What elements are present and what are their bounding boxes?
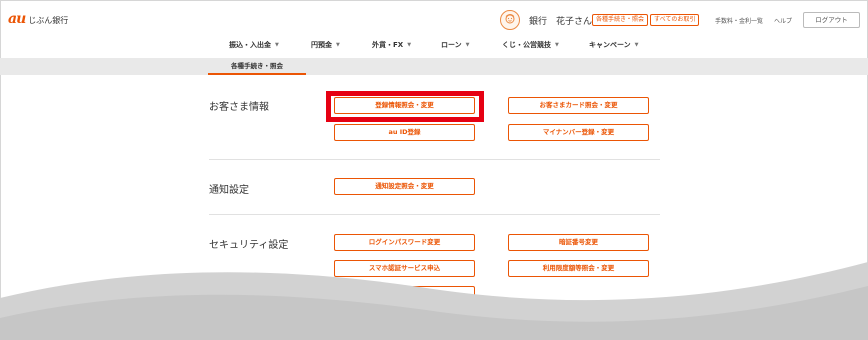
torn-wave-overlay [0,262,868,340]
